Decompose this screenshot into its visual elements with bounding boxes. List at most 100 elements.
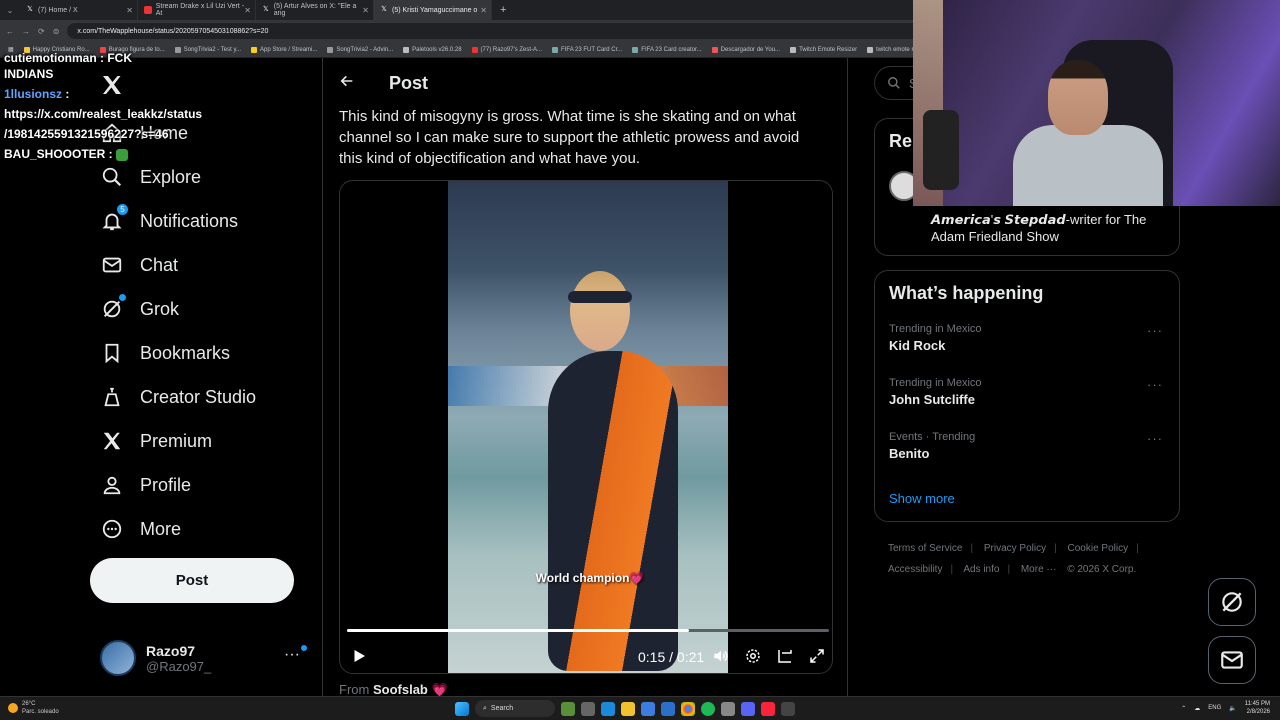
browser-tab[interactable]: 𝕏 (7) Home / X ✕ [20, 0, 138, 20]
post-button[interactable]: Post [90, 558, 294, 603]
nav-premium[interactable]: Premium [100, 426, 212, 456]
video-frame[interactable]: World champion💗 [448, 181, 728, 673]
footer-links: Terms of Service | Privacy Policy | Cookie… [888, 543, 1139, 575]
taskbar-apps: ⌕ Search [455, 700, 795, 717]
forward-icon[interactable]: → [22, 27, 30, 36]
source-account-link[interactable]: Soofslab [373, 682, 428, 697]
browser-tab[interactable]: Stream Drake x Lil Uzi Vert - At ✕ [138, 0, 256, 20]
footer-link[interactable]: Privacy Policy [984, 543, 1046, 554]
bookmark-item[interactable]: twitch emote re [867, 46, 917, 53]
nav-explore-label: Explore [140, 166, 202, 187]
trend-item[interactable]: Events · Trending Benito ··· [889, 431, 1169, 461]
bookmark-item[interactable]: Twitch Emote Resizer [790, 46, 857, 53]
nav-notifications[interactable]: 5 Notifications [100, 203, 238, 236]
tab-close-icon[interactable]: ✕ [362, 6, 369, 15]
post-text: This kind of misogyny is gross. What tim… [339, 108, 800, 167]
account-switcher[interactable]: Razo97 @Razo97_ ··· [100, 638, 320, 678]
tab-label: (7) Home / X [38, 6, 78, 14]
network-icon[interactable]: ☁ [1194, 705, 1200, 712]
grok-icon [1222, 592, 1242, 612]
taskbar-search[interactable]: ⌕ Search [475, 700, 555, 717]
clock[interactable]: 11:45 PM 2/8/2026 [1245, 700, 1270, 716]
copyright: © 2026 X Corp. [1067, 564, 1137, 575]
app-icon[interactable] [561, 701, 575, 716]
discord-icon[interactable] [741, 701, 755, 716]
footer-link[interactable]: Ads info [963, 564, 999, 575]
trend-context: Trending in Mexico [889, 323, 982, 335]
bookmark-item[interactable]: SongTrivia2 - Advin... [327, 46, 393, 53]
lang-indicator[interactable]: ENG [1208, 705, 1221, 711]
footer-link[interactable]: Terms of Service [888, 543, 962, 554]
nav-more[interactable]: More [100, 514, 181, 544]
tab-search-icon[interactable]: ⌄ [0, 6, 20, 15]
fullscreen-icon[interactable] [808, 647, 828, 667]
nav-profile-label: Profile [140, 474, 192, 495]
back-icon[interactable]: ← [6, 27, 14, 36]
post-header: Post [323, 68, 428, 98]
bookmark-item[interactable]: FIFA 23 Card creator... [632, 46, 702, 53]
settings-gear-icon[interactable] [744, 647, 764, 667]
app-icon[interactable] [721, 701, 735, 716]
url-input[interactable]: x.com/TheWapplehouse/status/202059705450… [67, 23, 948, 39]
tab-label: Stream Drake x Lil Uzi Vert - At [155, 3, 245, 17]
back-arrow-icon[interactable] [339, 73, 359, 94]
video-controls: 0:15 / 0:21 [340, 643, 832, 671]
nav-chat-label: Chat [140, 254, 179, 275]
volume-icon[interactable] [712, 647, 732, 667]
windows-start-icon[interactable] [455, 701, 469, 716]
spotify-icon[interactable] [701, 701, 715, 716]
new-tab-button[interactable]: + [492, 4, 514, 16]
video-player[interactable]: World champion💗 0:15 / 0:21 [339, 180, 833, 674]
edge-icon[interactable] [601, 701, 615, 716]
account-more-icon[interactable]: ··· [284, 646, 300, 664]
stream-chat-overlay: cutiemotionman : FCK INDIANS 1llusionsz … [4, 48, 224, 164]
app-icon[interactable] [781, 701, 795, 716]
footer-link[interactable]: Cookie Policy [1068, 543, 1129, 554]
bookmark-item[interactable]: Paletools v26.0.28 [403, 46, 462, 53]
bookmark-icon [100, 341, 124, 365]
nav-chat[interactable]: Chat [100, 250, 178, 280]
site-info-icon[interactable]: ⊜ [53, 27, 60, 36]
trend-context: Events · Trending [889, 431, 976, 443]
grok-fab-button[interactable] [1208, 578, 1256, 626]
tab-close-icon[interactable]: ✕ [126, 6, 133, 15]
footer-link[interactable]: Accessibility [888, 564, 942, 575]
video-progress-bar[interactable] [347, 629, 829, 632]
browser-tab-active[interactable]: 𝕏 (5) Kristi Yamaguccimane o ✕ [374, 0, 492, 20]
nav-creator-studio[interactable]: Creator Studio [100, 382, 256, 412]
system-tray: ⌃ ☁ ENG 🔈 11:45 PM 2/8/2026 [1181, 700, 1270, 716]
file-explorer-icon[interactable] [621, 701, 635, 716]
nav-bookmarks[interactable]: Bookmarks [100, 338, 230, 368]
speaker-icon[interactable]: 🔈 [1229, 705, 1236, 712]
trend-more-icon[interactable]: ··· [1147, 377, 1163, 392]
trend-more-icon[interactable]: ··· [1147, 431, 1163, 446]
chrome-icon[interactable] [681, 701, 695, 716]
nav-explore[interactable]: Explore [100, 162, 201, 192]
music-icon[interactable] [761, 701, 775, 716]
reload-icon[interactable]: ⟳ [38, 27, 45, 36]
tab-close-icon[interactable]: ✕ [480, 6, 487, 15]
taskview-icon[interactable] [581, 701, 595, 716]
bookmark-item[interactable]: (77) Razo97's Zest-A... [471, 46, 542, 53]
chevron-up-icon[interactable]: ⌃ [1181, 705, 1186, 712]
footer-link[interactable]: More ··· [1021, 564, 1057, 575]
browser-tab[interactable]: 𝕏 (5) Artur Alves on X: "Ele a ang ✕ [256, 0, 374, 20]
bookmark-item[interactable]: App Store / Streami... [251, 46, 317, 53]
bookmark-item[interactable]: Descargador de You... [711, 46, 780, 53]
nav-profile[interactable]: Profile [100, 470, 191, 500]
tab-close-icon[interactable]: ✕ [244, 6, 251, 15]
app-icon[interactable] [641, 701, 655, 716]
search-icon: ⌕ [483, 704, 487, 712]
weather-widget[interactable]: 26°C Parc. soleado [8, 700, 59, 716]
play-icon[interactable] [350, 647, 370, 667]
messages-fab-button[interactable] [1208, 636, 1256, 684]
picture-in-picture-icon[interactable] [776, 647, 796, 667]
nav-premium-label: Premium [140, 430, 213, 451]
trend-more-icon[interactable]: ··· [1147, 323, 1163, 338]
trend-item[interactable]: Trending in Mexico John Sutcliffe ··· [889, 377, 1169, 407]
trend-item[interactable]: Trending in Mexico Kid Rock ··· [889, 323, 1169, 353]
show-more-link[interactable]: Show more [889, 491, 955, 506]
mail-icon[interactable] [661, 701, 675, 716]
nav-grok[interactable]: Grok [100, 294, 179, 324]
bookmark-item[interactable]: FIFA 23 FUT Card Cr... [552, 46, 622, 53]
